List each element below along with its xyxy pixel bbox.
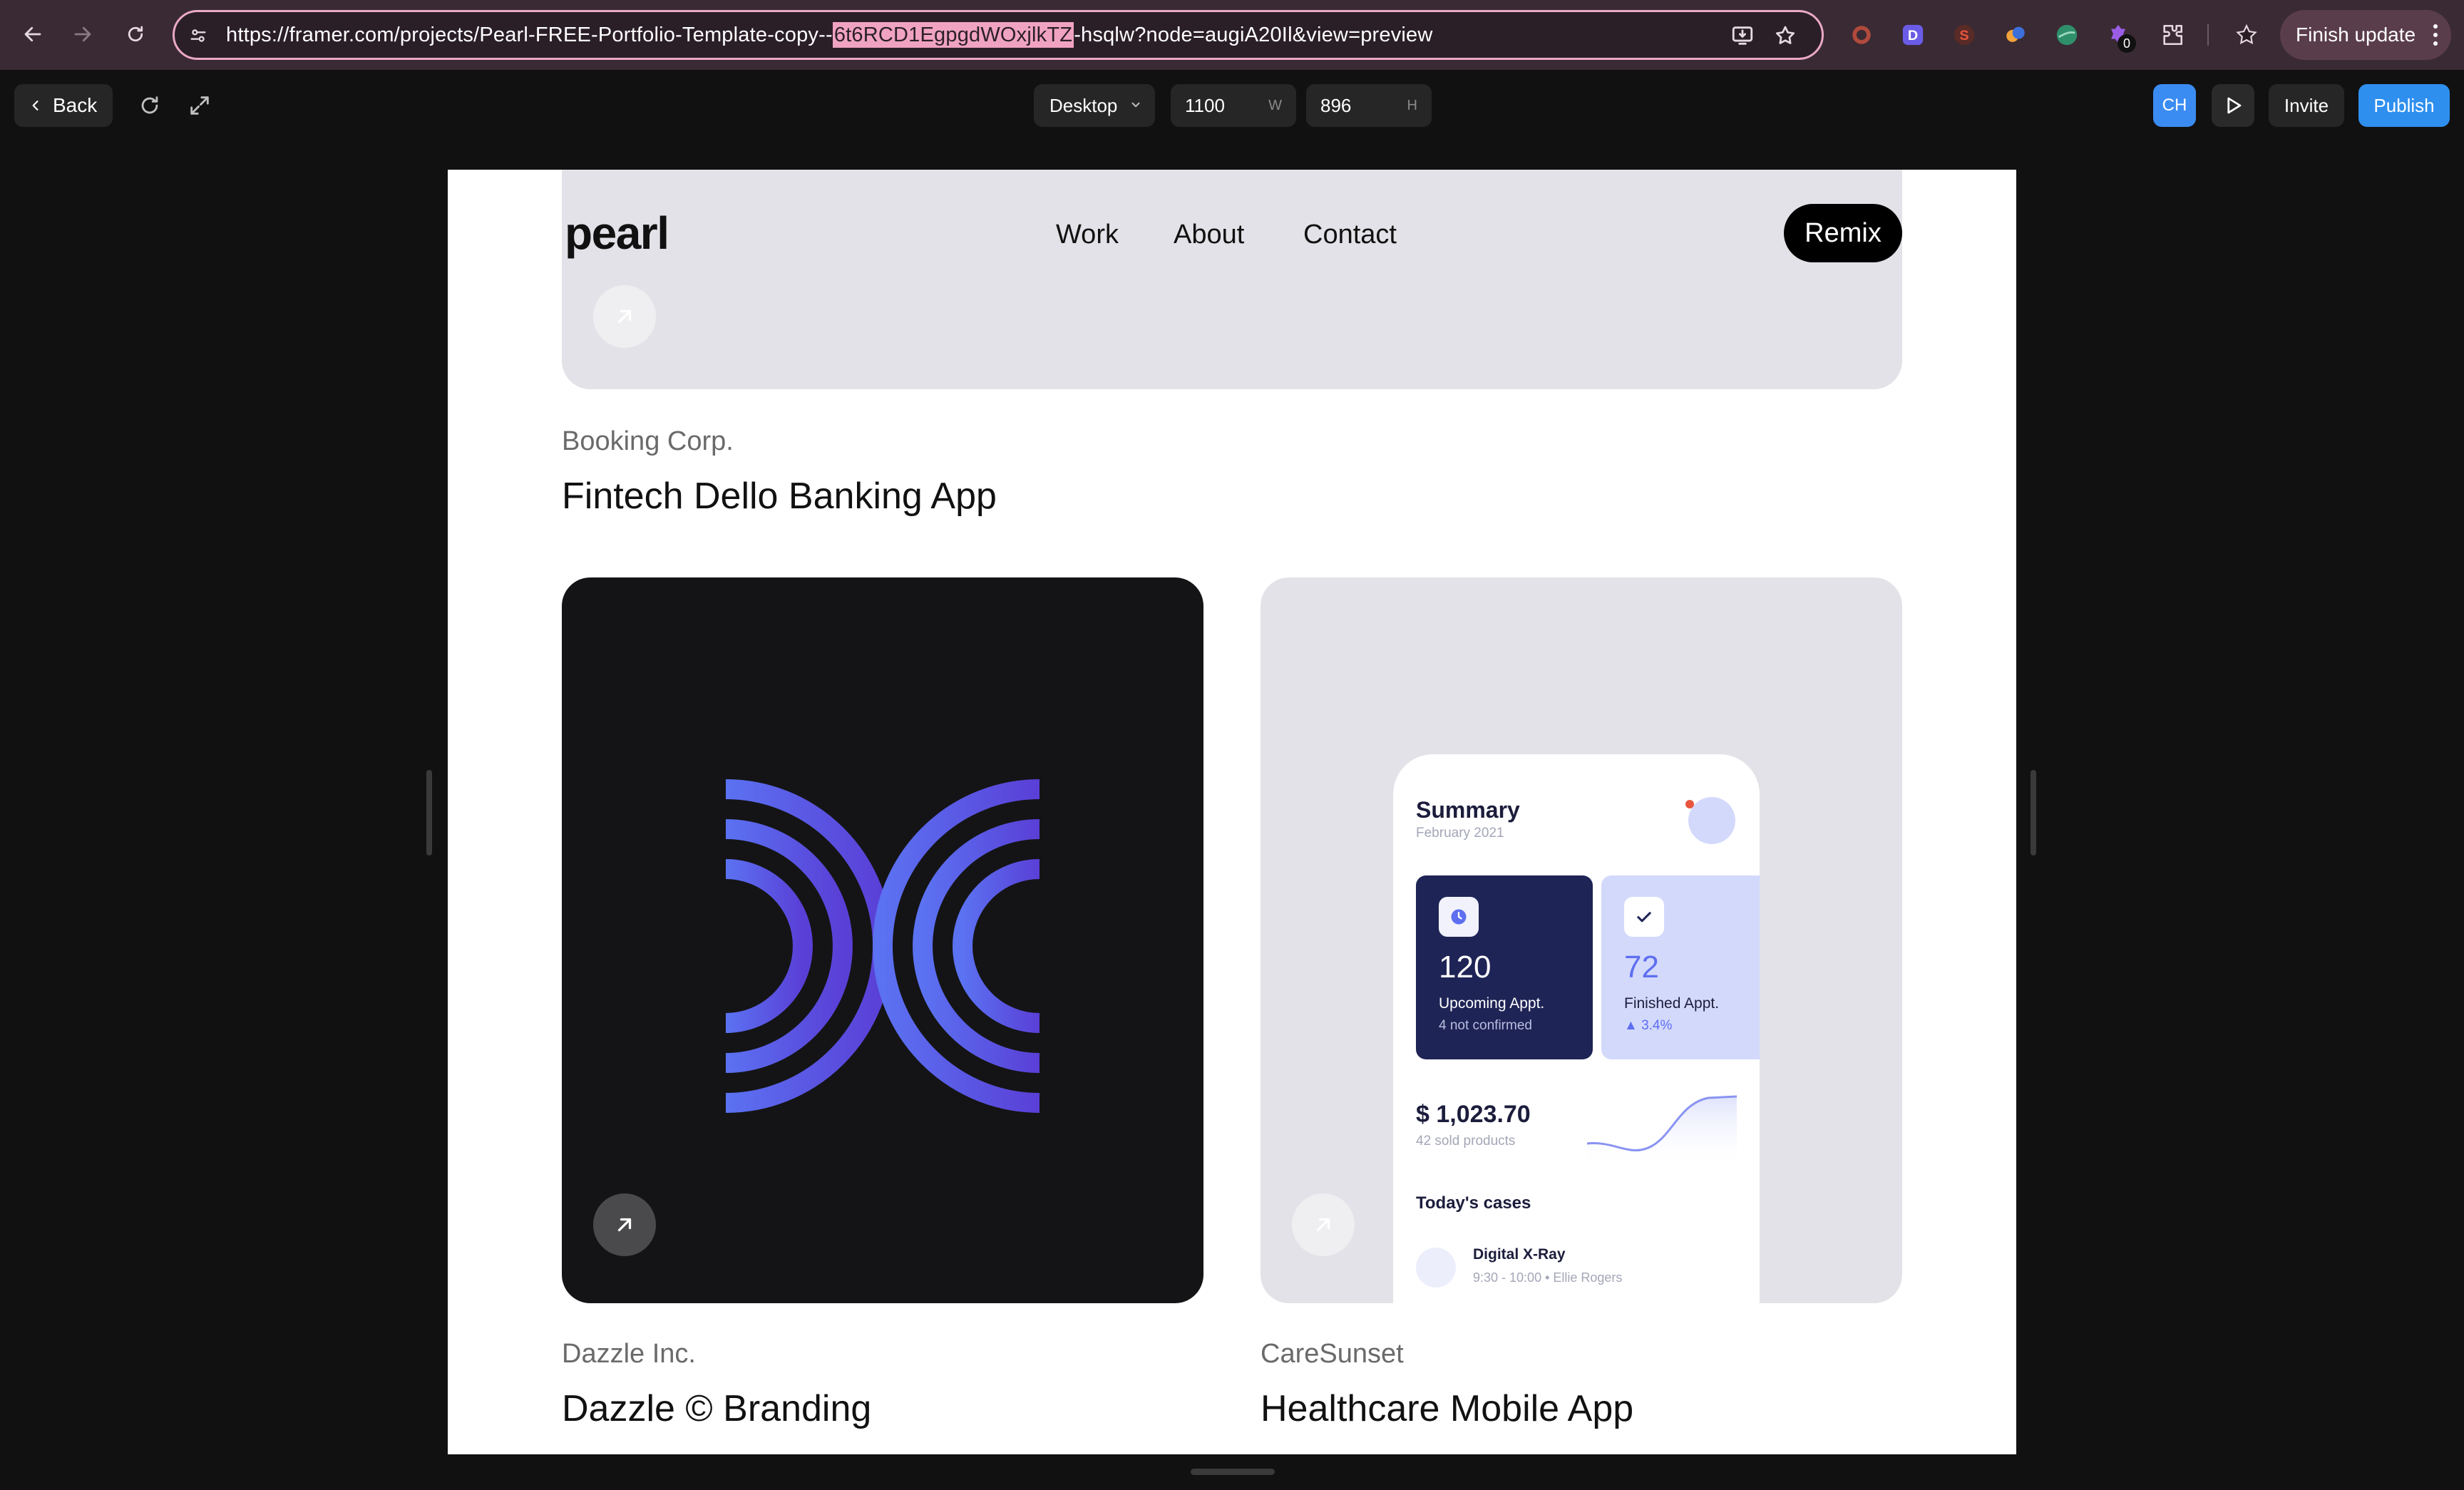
- phone-mockup: Summary February 2021 120 Upcoming Appt.…: [1393, 754, 1760, 1303]
- extension-count-badge: 0: [2118, 34, 2136, 53]
- case-avatar: [1416, 1248, 1456, 1288]
- phone-summary-title: Summary: [1416, 797, 1520, 823]
- right-resize-handle[interactable]: [2031, 770, 2036, 856]
- back-label: Back: [53, 94, 98, 116]
- open-project-button-fintech[interactable]: [593, 285, 656, 348]
- height-input[interactable]: 896 H: [1306, 84, 1432, 127]
- left-resize-handle[interactable]: [426, 770, 432, 856]
- case-time: 9:30 - 10:00 • Ellie Rogers: [1473, 1270, 1623, 1285]
- url-text[interactable]: https://framer.com/projects/Pearl-FREE-P…: [226, 12, 1433, 58]
- height-value: 896: [1320, 95, 1352, 116]
- finished-count: 72: [1624, 950, 1659, 985]
- play-icon: [2227, 97, 2242, 114]
- url-highlight: 6t6RCD1EgpgdWOxjlkTZ: [832, 22, 1074, 48]
- browser-forward-icon[interactable]: [66, 17, 100, 51]
- extension-bird-icon[interactable]: [2002, 21, 2029, 48]
- expand-icon[interactable]: [183, 88, 217, 123]
- framer-toolbar: Back Desktop 1100 W 896 H CH Invite Publ…: [0, 70, 2464, 141]
- finish-update-label: Finish update: [2296, 24, 2416, 46]
- device-select-value: Desktop: [1049, 94, 1118, 116]
- phone-avatar: [1688, 797, 1735, 844]
- upcoming-count: 120: [1439, 950, 1492, 985]
- open-project-button-healthcare[interactable]: [1292, 1193, 1355, 1256]
- finished-label: Finished Appt.: [1624, 995, 1720, 1012]
- sales-amount: $ 1,023.70: [1416, 1101, 1531, 1128]
- upcoming-label: Upcoming Appt.: [1439, 995, 1545, 1012]
- browser-reload-icon[interactable]: [118, 17, 153, 51]
- arrow-up-right-icon: [617, 309, 632, 324]
- user-avatar[interactable]: CH: [2153, 84, 2196, 127]
- nav-about[interactable]: About: [1174, 220, 1244, 250]
- address-bar[interactable]: https://framer.com/projects/Pearl-FREE-P…: [173, 10, 1824, 60]
- toolbar-divider: [2207, 24, 2209, 46]
- bottom-resize-handle[interactable]: [1191, 1469, 1275, 1475]
- project-card-fintech[interactable]: [562, 170, 1902, 389]
- extension-globe-icon[interactable]: [2053, 21, 2080, 48]
- arrow-up-right-icon: [617, 1218, 632, 1232]
- height-unit: H: [1407, 98, 1417, 113]
- publish-button[interactable]: Publish: [2358, 84, 2450, 127]
- sales-sub: 42 sold products: [1416, 1134, 1516, 1149]
- upcoming-appt-tile: 120 Upcoming Appt. 4 not confirmed: [1416, 875, 1593, 1059]
- dazzle-logo-icon: [725, 779, 1040, 1113]
- nav-contact[interactable]: Contact: [1303, 220, 1397, 250]
- back-button[interactable]: Back: [14, 84, 113, 127]
- finished-change: ▲ 3.4%: [1624, 1018, 1673, 1033]
- screen: https://framer.com/projects/Pearl-FREE-P…: [0, 0, 2464, 1490]
- chevron-down-icon: [1131, 102, 1140, 108]
- invite-button[interactable]: Invite: [2269, 84, 2344, 127]
- site-logo[interactable]: pearl: [565, 207, 669, 260]
- project-title[interactable]: Healthcare Mobile App: [1261, 1387, 1633, 1430]
- nav-work[interactable]: Work: [1056, 220, 1119, 250]
- check-icon: [1624, 897, 1664, 937]
- width-input[interactable]: 1100 W: [1171, 84, 1296, 127]
- more-dots-icon: [2433, 24, 2438, 46]
- todays-cases-title: Today's cases: [1416, 1193, 1531, 1213]
- preview-play-button[interactable]: [2212, 84, 2254, 127]
- bookmark-star-icon[interactable]: [1772, 22, 1799, 49]
- width-value: 1100: [1185, 95, 1225, 116]
- refresh-icon[interactable]: [133, 88, 167, 123]
- case-title: Digital X-Ray: [1473, 1246, 1566, 1263]
- site-preview: pearl Work About Contact Remix Booking C…: [448, 170, 2016, 1454]
- project-title[interactable]: Dazzle © Branding: [562, 1387, 871, 1430]
- clock-icon: [1439, 897, 1479, 937]
- browser-back-icon[interactable]: [16, 17, 50, 51]
- arrow-up-right-icon: [1316, 1218, 1330, 1232]
- chevron-left-icon: [32, 101, 38, 111]
- finish-update-button[interactable]: Finish update: [2280, 10, 2451, 60]
- project-client: Dazzle Inc.: [562, 1339, 696, 1369]
- upcoming-sub: 4 not confirmed: [1439, 1018, 1532, 1033]
- svg-text:D: D: [1908, 28, 1918, 43]
- extension-s-icon[interactable]: S: [1951, 21, 1978, 48]
- finished-appt-tile: 72 Finished Appt. ▲ 3.4%: [1601, 875, 1760, 1059]
- project-title[interactable]: Fintech Dello Banking App: [562, 475, 997, 518]
- browser-chrome: https://framer.com/projects/Pearl-FREE-P…: [0, 0, 2464, 70]
- project-client: CareSunset: [1261, 1339, 1404, 1369]
- project-card-dazzle[interactable]: [562, 577, 1203, 1303]
- extensions-puzzle-icon[interactable]: [2159, 21, 2186, 48]
- device-select[interactable]: Desktop: [1034, 84, 1155, 127]
- extension-badge-icon[interactable]: 0: [2105, 21, 2136, 53]
- pinned-star-icon[interactable]: [2233, 21, 2260, 48]
- open-project-button-dazzle[interactable]: [593, 1193, 656, 1256]
- extension-d-icon[interactable]: D: [1899, 21, 1926, 48]
- phone-summary-date: February 2021: [1416, 826, 1504, 841]
- install-app-icon[interactable]: [1729, 22, 1756, 49]
- width-unit: W: [1268, 98, 1282, 113]
- project-card-healthcare[interactable]: Summary February 2021 120 Upcoming Appt.…: [1261, 577, 1902, 1303]
- notification-dot: [1685, 800, 1694, 808]
- site-settings-icon[interactable]: [185, 22, 212, 49]
- remix-button[interactable]: Remix: [1784, 204, 1902, 262]
- extension-ring-icon[interactable]: [1848, 21, 1875, 48]
- sales-sparkline: [1587, 1095, 1737, 1168]
- project-client: Booking Corp.: [562, 426, 734, 456]
- svg-text:S: S: [1959, 28, 1968, 43]
